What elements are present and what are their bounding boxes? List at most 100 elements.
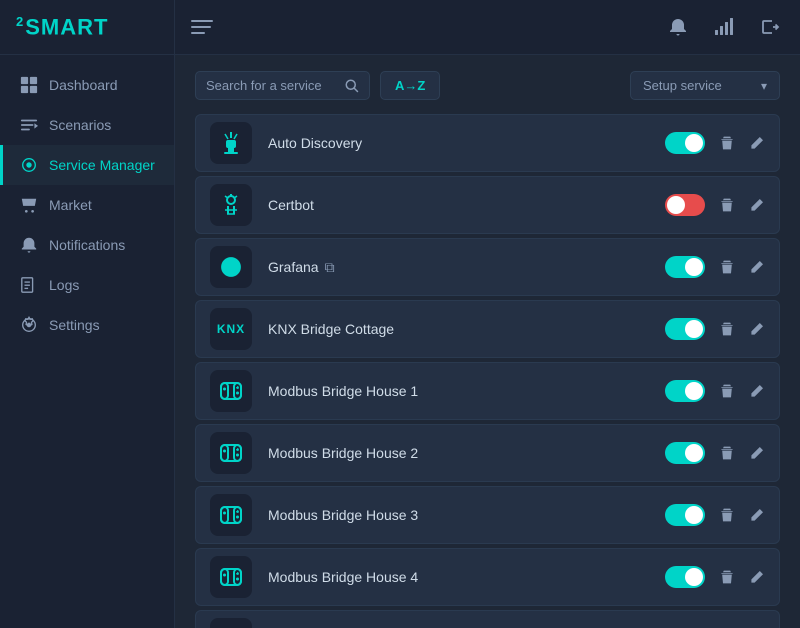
delete-icon[interactable] xyxy=(719,383,735,399)
service-name: KNX Bridge Cottage xyxy=(268,321,665,337)
edit-icon[interactable] xyxy=(749,197,765,213)
service-actions xyxy=(665,318,765,340)
delete-icon[interactable] xyxy=(719,135,735,151)
service-icon-modbus-3 xyxy=(210,494,252,536)
search-input[interactable] xyxy=(206,78,336,93)
delete-icon[interactable] xyxy=(719,197,735,213)
service-actions xyxy=(665,132,765,154)
service-row: KNX KNX Bridge Cottage xyxy=(195,300,780,358)
service-row: Modbus Bridge House 4 xyxy=(195,548,780,606)
service-icon-knx: KNX xyxy=(210,308,252,350)
sort-button[interactable]: A→Z xyxy=(380,71,440,100)
service-icon-modbus-1 xyxy=(210,370,252,412)
service-toggle[interactable] xyxy=(665,256,705,278)
edit-icon[interactable] xyxy=(749,507,765,523)
sidebar-item-service-manager[interactable]: Service Manager xyxy=(0,145,174,185)
service-toggle[interactable] xyxy=(665,504,705,526)
service-toggle[interactable] xyxy=(665,566,705,588)
external-link-icon[interactable]: ⧉ xyxy=(325,259,335,276)
hamburger-menu[interactable] xyxy=(191,20,213,34)
service-toggle[interactable] xyxy=(665,132,705,154)
edit-icon[interactable] xyxy=(749,445,765,461)
delete-icon[interactable] xyxy=(719,507,735,523)
service-name: Grafana ⧉ xyxy=(268,259,665,276)
service-toggle[interactable] xyxy=(665,380,705,402)
sidebar-item-label: Market xyxy=(49,197,92,213)
notifications-icon xyxy=(19,235,39,255)
scenarios-icon xyxy=(19,115,39,135)
service-name: Modbus Bridge House 4 xyxy=(268,569,665,585)
edit-icon[interactable] xyxy=(749,569,765,585)
delete-icon[interactable] xyxy=(719,445,735,461)
setup-service-label: Setup service xyxy=(643,78,722,93)
service-toggle[interactable] xyxy=(665,442,705,464)
service-row: Certbot xyxy=(195,176,780,234)
logout-icon[interactable] xyxy=(756,13,784,41)
service-name: Certbot xyxy=(268,197,665,213)
service-icon-modbus-cottage xyxy=(210,618,252,628)
service-toggle[interactable] xyxy=(665,318,705,340)
search-icon[interactable] xyxy=(344,78,359,93)
service-icon-certbot xyxy=(210,184,252,226)
topbar xyxy=(175,0,800,55)
service-row: Modbus Bridge House 2 xyxy=(195,424,780,482)
service-toggle[interactable] xyxy=(665,194,705,216)
edit-icon[interactable] xyxy=(749,383,765,399)
service-row: Auto Discovery xyxy=(195,114,780,172)
content-area: A→Z Setup service ▾ xyxy=(175,55,800,628)
sidebar-item-logs[interactable]: Logs xyxy=(0,265,174,305)
service-actions xyxy=(665,504,765,526)
sidebar-item-label: Scenarios xyxy=(49,117,111,133)
sidebar-item-label: Notifications xyxy=(49,237,125,253)
service-name: Modbus Bridge House 1 xyxy=(268,383,665,399)
chevron-down-icon: ▾ xyxy=(761,79,767,93)
sidebar-item-dashboard[interactable]: Dashboard xyxy=(0,65,174,105)
service-row: Modbus Bridge Cottage xyxy=(195,610,780,628)
service-actions xyxy=(665,566,765,588)
service-manager-icon xyxy=(19,155,39,175)
service-actions xyxy=(665,380,765,402)
sidebar-item-label: Settings xyxy=(49,317,100,333)
topbar-left xyxy=(191,20,213,34)
market-icon xyxy=(19,195,39,215)
delete-icon[interactable] xyxy=(719,321,735,337)
logo-text: 2SMART xyxy=(16,14,108,40)
edit-icon[interactable] xyxy=(749,321,765,337)
service-actions xyxy=(665,194,765,216)
sidebar-item-label: Service Manager xyxy=(49,157,155,173)
service-name: Modbus Bridge House 2 xyxy=(268,445,665,461)
search-box[interactable] xyxy=(195,71,370,100)
delete-icon[interactable] xyxy=(719,569,735,585)
service-name: Auto Discovery xyxy=(268,135,665,151)
sidebar-item-market[interactable]: Market xyxy=(0,185,174,225)
edit-icon[interactable] xyxy=(749,135,765,151)
service-icon-auto-discovery xyxy=(210,122,252,164)
service-list: Auto Discovery xyxy=(195,114,780,628)
service-row: Grafana ⧉ xyxy=(195,238,780,296)
sidebar-item-settings[interactable]: Settings xyxy=(0,305,174,345)
sidebar: 2SMART Dashboard Scenarios Service Manag… xyxy=(0,0,175,628)
topbar-right xyxy=(664,13,784,41)
sidebar-item-notifications[interactable]: Notifications xyxy=(0,225,174,265)
service-name: Modbus Bridge House 3 xyxy=(268,507,665,523)
logo: 2SMART xyxy=(0,0,174,55)
service-toolbar: A→Z Setup service ▾ xyxy=(195,71,780,100)
bell-icon[interactable] xyxy=(664,13,692,41)
knx-label: KNX xyxy=(217,322,245,336)
service-row: Modbus Bridge House 1 xyxy=(195,362,780,420)
settings-icon xyxy=(19,315,39,335)
service-actions xyxy=(665,256,765,278)
sidebar-item-scenarios[interactable]: Scenarios xyxy=(0,105,174,145)
logs-icon xyxy=(19,275,39,295)
setup-service-dropdown[interactable]: Setup service ▾ xyxy=(630,71,780,100)
sidebar-nav: Dashboard Scenarios Service Manager Mark… xyxy=(0,55,174,355)
service-actions xyxy=(665,442,765,464)
delete-icon[interactable] xyxy=(719,259,735,275)
main-content: A→Z Setup service ▾ xyxy=(175,0,800,628)
service-row: Modbus Bridge House 3 xyxy=(195,486,780,544)
edit-icon[interactable] xyxy=(749,259,765,275)
signal-icon[interactable] xyxy=(710,13,738,41)
service-icon-grafana xyxy=(210,246,252,288)
toolbar-left: A→Z xyxy=(195,71,440,100)
service-icon-modbus-2 xyxy=(210,432,252,474)
